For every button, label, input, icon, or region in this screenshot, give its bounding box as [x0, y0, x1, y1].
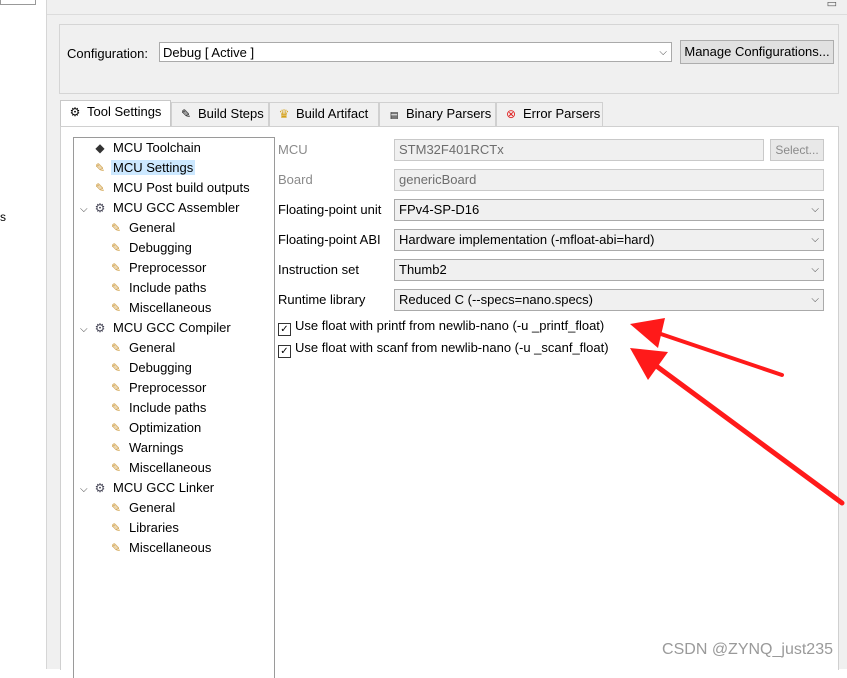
annotation-arrow-scanf: [630, 348, 845, 506]
annotation-arrows: [630, 318, 845, 506]
